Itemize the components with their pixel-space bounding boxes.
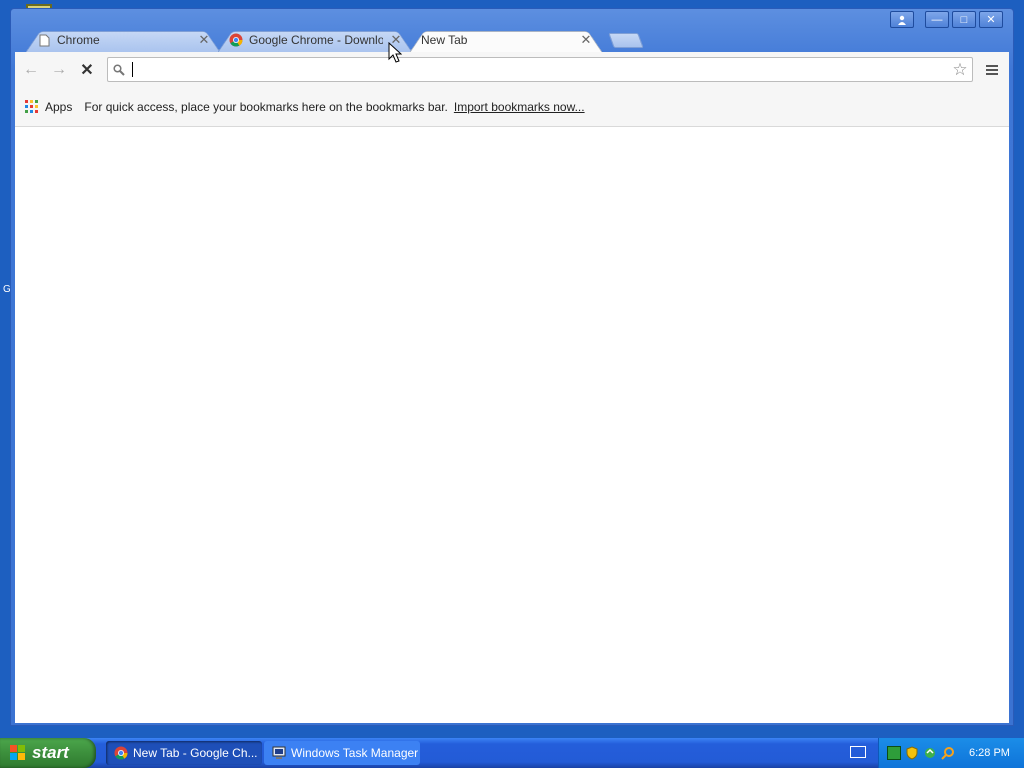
keyboard-icon[interactable] (850, 746, 866, 758)
close-window-button[interactable]: ✕ (979, 11, 1003, 28)
user-icon (898, 15, 906, 25)
import-bookmarks-link[interactable]: Import bookmarks now... (454, 100, 585, 114)
maximize-button[interactable]: □ (952, 11, 976, 28)
tab-google-chrome-download[interactable]: Google Chrome - Download F ✕ (217, 27, 413, 53)
bookmarks-hint: For quick access, place your bookmarks h… (84, 99, 448, 114)
chrome-menu-button[interactable] (979, 58, 1005, 82)
search-icon (108, 63, 130, 76)
search-icon[interactable] (941, 746, 955, 760)
toolbar: ← → ✕ ☆ (15, 52, 1009, 87)
security-shield-icon[interactable] (905, 746, 919, 760)
omnibox-input[interactable] (133, 58, 948, 81)
tab-close-icon[interactable]: ✕ (197, 32, 211, 47)
update-icon[interactable] (923, 746, 937, 760)
task-manager-icon (272, 746, 286, 760)
stop-button[interactable]: ✕ (75, 58, 99, 82)
omnibox[interactable]: ☆ (107, 57, 973, 82)
start-label: start (32, 743, 69, 762)
clock[interactable]: 6:28 PM (969, 747, 1010, 759)
system-tray: 6:28 PM (878, 738, 1024, 768)
taskbar-item-label: Windows Task Manager (291, 746, 419, 760)
page-content (15, 127, 1009, 723)
windows-logo-icon (10, 745, 26, 761)
taskbar: start New Tab - Google Ch... Windows Tas… (0, 738, 1024, 768)
start-button[interactable]: start (0, 738, 96, 768)
taskbar-item-chrome[interactable]: New Tab - Google Ch... (106, 741, 262, 765)
network-icon[interactable] (887, 746, 901, 760)
hamburger-icon (986, 64, 998, 67)
tab-title: Chrome (57, 33, 100, 47)
tab-close-icon[interactable]: ✕ (579, 32, 593, 47)
tab-title: Google Chrome - Download F (249, 33, 383, 47)
chrome-window: — □ ✕ Chrome ✕ Google Chrome - Download … (10, 8, 1014, 726)
tab-close-icon[interactable]: ✕ (389, 32, 403, 47)
taskbar-item-task-manager[interactable]: Windows Task Manager (264, 741, 420, 765)
chrome-icon (229, 33, 243, 47)
tab-chrome[interactable]: Chrome ✕ (25, 27, 221, 53)
window-controls: — □ ✕ (890, 11, 1003, 28)
bookmarks-bar: Apps For quick access, place your bookma… (15, 87, 1009, 127)
apps-shortcut[interactable]: Apps (45, 100, 72, 114)
new-tab-button[interactable] (608, 33, 644, 48)
tab-strip: Chrome ✕ Google Chrome - Download F ✕ Ne… (25, 27, 925, 53)
page-icon (37, 33, 51, 47)
chrome-icon (114, 746, 128, 760)
apps-grid-icon[interactable] (25, 99, 39, 114)
tab-title: New Tab (421, 33, 468, 47)
minimize-button[interactable]: — (925, 11, 949, 28)
profile-user-button[interactable] (890, 11, 914, 28)
tab-new-tab[interactable]: New Tab ✕ (409, 27, 603, 53)
forward-button[interactable]: → (47, 58, 71, 82)
taskbar-item-label: New Tab - Google Ch... (133, 746, 258, 760)
back-button[interactable]: ← (19, 58, 43, 82)
bookmark-star-icon[interactable]: ☆ (948, 60, 972, 80)
